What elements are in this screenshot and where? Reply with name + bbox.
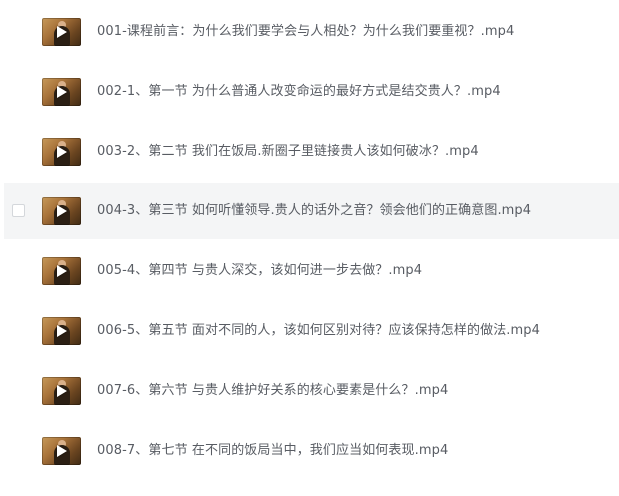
file-list: 001-课程前言：为什么我们要学会与人相处？为什么我们要重视？.mp4 002-…	[0, 0, 619, 496]
file-row[interactable]: 007-6、第六节 与贵人维护好关系的核心要素是什么？.mp4	[4, 363, 619, 419]
file-name[interactable]: 003-2、第二节 我们在饭局.新圈子里链接贵人该如何破冰？.mp4	[97, 124, 479, 180]
file-row[interactable]: 002-1、第一节 为什么普通人改变命运的最好方式是结交贵人？.mp4	[4, 64, 619, 120]
file-name[interactable]: 008-7、第七节 在不同的饭局当中，我们应当如何表现.mp4	[97, 423, 448, 479]
file-row[interactable]: 005-4、第四节 与贵人深交，该如何进一步去做？.mp4	[4, 243, 619, 299]
file-row[interactable]: 006-5、第五节 面对不同的人，该如何区别对待？应该保持怎样的做法.mp4	[4, 303, 619, 359]
select-checkbox[interactable]	[12, 204, 25, 217]
file-name[interactable]: 004-3、第三节 如何听懂领导.贵人的话外之音？领会他们的正确意图.mp4	[97, 183, 531, 239]
video-thumbnail-icon	[42, 197, 81, 225]
video-thumbnail-icon	[42, 377, 81, 405]
video-thumbnail-icon	[42, 317, 81, 345]
file-row[interactable]: 003-2、第二节 我们在饭局.新圈子里链接贵人该如何破冰？.mp4	[4, 124, 619, 180]
file-row-hovered[interactable]: 004-3、第三节 如何听懂领导.贵人的话外之音？领会他们的正确意图.mp4	[4, 183, 619, 239]
file-name[interactable]: 005-4、第四节 与贵人深交，该如何进一步去做？.mp4	[97, 243, 422, 299]
video-thumbnail-icon	[42, 437, 81, 465]
video-thumbnail-icon	[42, 18, 81, 46]
file-name[interactable]: 002-1、第一节 为什么普通人改变命运的最好方式是结交贵人？.mp4	[97, 64, 501, 120]
file-name[interactable]: 001-课程前言：为什么我们要学会与人相处？为什么我们要重视？.mp4	[97, 4, 514, 60]
file-row[interactable]: 008-7、第七节 在不同的饭局当中，我们应当如何表现.mp4	[4, 423, 619, 479]
file-name[interactable]: 007-6、第六节 与贵人维护好关系的核心要素是什么？.mp4	[97, 363, 448, 419]
file-name[interactable]: 006-5、第五节 面对不同的人，该如何区别对待？应该保持怎样的做法.mp4	[97, 303, 540, 359]
video-thumbnail-icon	[42, 138, 81, 166]
file-row[interactable]: 001-课程前言：为什么我们要学会与人相处？为什么我们要重视？.mp4	[4, 4, 619, 60]
video-thumbnail-icon	[42, 257, 81, 285]
video-thumbnail-icon	[42, 78, 81, 106]
